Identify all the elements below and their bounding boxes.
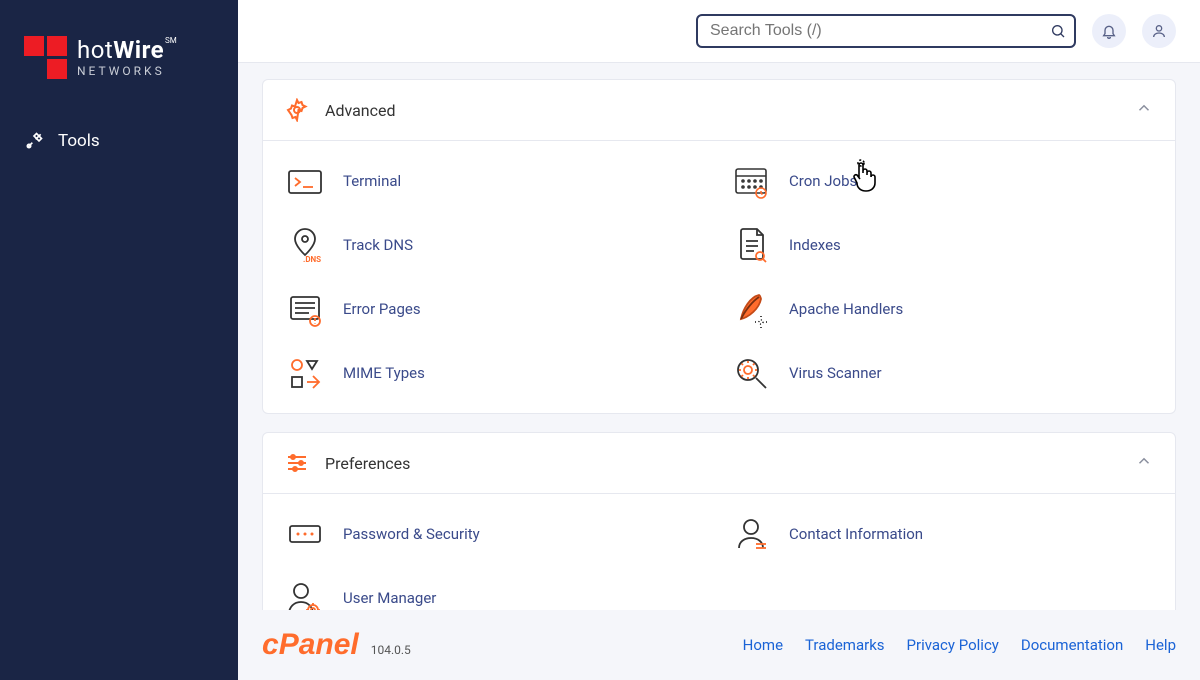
footer-link-home[interactable]: Home [743,636,783,654]
tool-error-pages[interactable]: Error Pages [285,281,707,337]
dns-pin-icon: .DNS [285,225,325,265]
search[interactable] [696,14,1076,48]
tool-label: Terminal [343,172,401,190]
tool-apache-handlers[interactable]: Apache Handlers [731,281,1153,337]
brand-mark [24,36,67,79]
tool-label: Indexes [789,236,841,254]
document-search-icon [731,225,771,265]
chevron-up-icon [1135,452,1153,474]
tool-user-manager[interactable]: User Manager [285,570,707,610]
chevron-up-icon [1135,99,1153,121]
calendar-clock-icon [731,161,771,201]
tool-label: Password & Security [343,525,480,543]
contact-icon [731,514,771,554]
footer-link-help[interactable]: Help [1145,636,1176,654]
tool-virus-scanner[interactable]: Virus Scanner [731,345,1153,401]
topbar [238,0,1200,63]
tool-indexes[interactable]: Indexes [731,217,1153,273]
panel-title: Advanced [325,101,396,120]
cpanel-logo: cPanel 104.0.5 [262,628,411,662]
svg-text:.DNS: .DNS [303,255,321,264]
footer-link-documentation[interactable]: Documentation [1021,636,1123,654]
panel-advanced: Advanced Terminal [262,79,1176,414]
tool-track-dns[interactable]: .DNS Track DNS [285,217,707,273]
tool-mime-types[interactable]: MIME Types [285,345,707,401]
brand-sm: SM [165,36,177,45]
tool-contact-information[interactable]: Contact Information [731,506,1153,562]
password-icon [285,514,325,554]
gear-icon [285,98,309,122]
footer-link-privacy[interactable]: Privacy Policy [907,636,999,654]
tool-label: Cron Jobs [789,172,857,190]
tool-label: Apache Handlers [789,300,903,318]
footer-link-trademarks[interactable]: Trademarks [805,636,885,654]
tool-label: Virus Scanner [789,364,882,382]
error-page-icon [285,289,325,329]
search-input[interactable] [706,20,1050,42]
tool-terminal[interactable]: Terminal [285,153,707,209]
terminal-icon [285,161,325,201]
tool-label: Contact Information [789,525,923,543]
tool-password-security[interactable]: Password & Security [285,506,707,562]
version-text: 104.0.5 [371,643,411,657]
bell-icon [1101,23,1117,39]
search-icon [1050,23,1066,39]
sliders-icon [285,451,309,475]
panel-header-advanced[interactable]: Advanced [263,80,1175,141]
brand-subtitle: NETWORKS [77,64,165,78]
user-manager-icon [285,578,325,610]
account-button[interactable] [1142,14,1176,48]
footer: cPanel 104.0.5 Home Trademarks Privacy P… [238,610,1200,680]
panel-title: Preferences [325,454,410,473]
user-icon [1151,23,1167,39]
notifications-button[interactable] [1092,14,1126,48]
virus-scanner-icon [731,353,771,393]
panel-header-preferences[interactable]: Preferences [263,433,1175,494]
tool-label: MIME Types [343,364,425,382]
sidebar-item-label: Tools [58,131,100,151]
tools-icon [24,131,44,151]
tool-label: User Manager [343,589,436,607]
tool-cron-jobs[interactable]: Cron Jobs [731,153,1153,209]
sidebar-item-tools[interactable]: Tools [0,115,238,167]
brand-logo: hotWire SM NETWORKS [0,0,238,115]
mime-shapes-icon [285,353,325,393]
panel-preferences: Preferences Password & Security [262,432,1176,610]
brand-name: hotWire [77,38,165,62]
tool-label: Track DNS [343,236,413,254]
content-area: Advanced Terminal [238,63,1200,610]
tool-label: Error Pages [343,300,421,318]
feather-icon [731,289,771,329]
sidebar: hotWire SM NETWORKS Tools [0,0,238,680]
